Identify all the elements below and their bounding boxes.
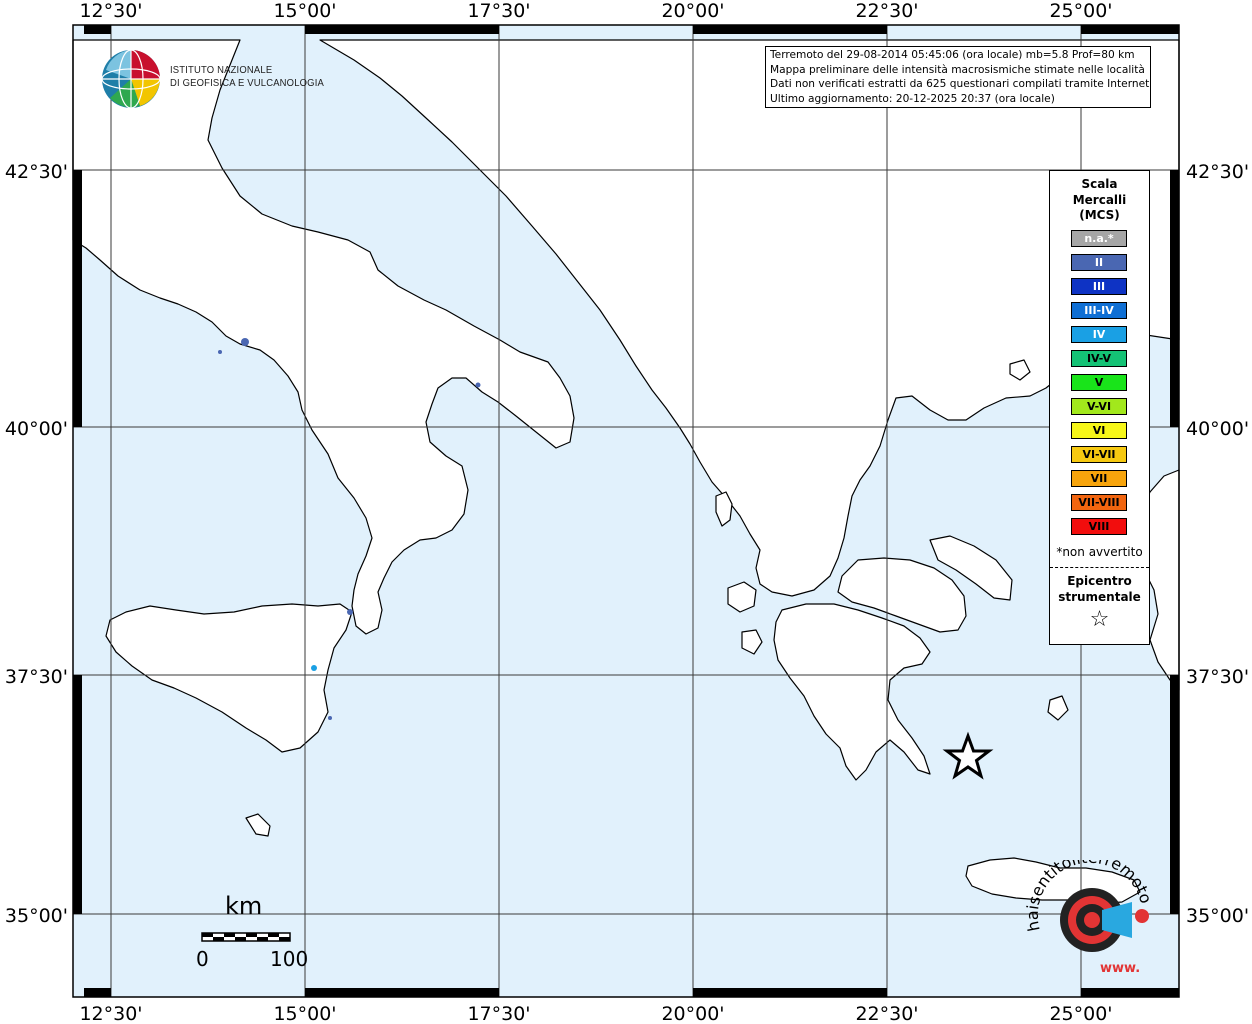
legend-swatch: VII-VIII — [1071, 494, 1127, 511]
legend-epicenter-line: strumentale — [1058, 590, 1141, 604]
lon-label-bottom: 12°30' — [79, 1003, 142, 1024]
scale-unit: km — [225, 892, 263, 920]
lon-label-bottom: 25°00' — [1049, 1003, 1112, 1024]
legend-swatch: III — [1071, 278, 1127, 295]
scale-end: 100 — [270, 947, 309, 971]
scale-ruler — [201, 932, 291, 942]
ingv-globe-icon — [101, 49, 161, 109]
legend-swatch: VI-VII — [1071, 446, 1127, 463]
legend-note: *non avvertito — [1056, 545, 1143, 559]
legend-title-line: Scala — [1081, 177, 1118, 191]
lon-label-bottom: 17°30' — [467, 1003, 530, 1024]
intensity-point — [218, 350, 222, 354]
legend-swatch: V — [1071, 374, 1127, 391]
scale-bar: km 0 100 — [190, 892, 310, 972]
lon-label-top: 17°30' — [467, 0, 530, 22]
intensity-point — [241, 338, 249, 346]
intensity-point — [311, 665, 317, 671]
legend-swatch: VII — [1071, 470, 1127, 487]
event-info-line: Ultimo aggiornamento: 20-12-2025 20:37 (… — [770, 92, 1055, 105]
event-info-box: Terremoto del 29-08-2014 05:45:06 (ora l… — [765, 46, 1151, 108]
intensity-point — [347, 609, 353, 615]
lat-label-right: 37°30' — [1186, 666, 1249, 688]
lon-label-top: 12°30' — [79, 0, 142, 22]
ingv-logo: ISTITUTO NAZIONALE DI GEOFISICA E VULCAN… — [100, 48, 324, 110]
lon-label-top: 15°00' — [273, 0, 336, 22]
event-info-line: Terremoto del 29-08-2014 05:45:06 (ora l… — [770, 49, 1135, 61]
event-info-line: Mappa preliminare delle intensità macros… — [770, 63, 1145, 76]
lat-label-left: 40°00' — [5, 418, 68, 440]
legend-epicenter: Epicentro strumentale ☆ — [1050, 573, 1149, 635]
lat-label-left: 35°00' — [5, 905, 68, 927]
legend-swatch: III-IV — [1071, 302, 1127, 319]
lat-label-right: 42°30' — [1186, 161, 1249, 183]
haisentito-logo: haisentitoilterremoto.it www. — [1020, 860, 1156, 976]
mcs-legend: Scala Mercalli (MCS) n.a.* II III III-IV… — [1049, 170, 1150, 645]
legend-swatch: V-VI — [1071, 398, 1127, 415]
haisentito-url: www. — [1100, 961, 1140, 976]
legend-swatch: II — [1071, 254, 1127, 271]
legend-divider — [1050, 567, 1149, 568]
scale-start: 0 — [196, 947, 209, 971]
legend-title: Scala Mercalli (MCS) — [1050, 177, 1149, 224]
legend-swatch: IV-V — [1071, 350, 1127, 367]
lat-label-left: 42°30' — [5, 161, 68, 183]
legend-swatch: VI — [1071, 422, 1127, 439]
lat-label-right: 40°00' — [1186, 418, 1249, 440]
epicenter-legend-star-icon: ☆ — [1089, 607, 1110, 632]
lon-label-bottom: 22°30' — [855, 1003, 918, 1024]
ingv-name-line1: ISTITUTO NAZIONALE — [170, 64, 273, 76]
kefalonia — [727, 581, 757, 613]
lon-label-bottom: 15°00' — [273, 1003, 336, 1024]
lon-label-top: 22°30' — [855, 0, 918, 22]
lon-label-top: 25°00' — [1049, 0, 1112, 22]
legend-swatch: IV — [1071, 326, 1127, 343]
legend-swatch: VIII — [1071, 518, 1127, 535]
legend-title-line: Mercalli — [1072, 192, 1127, 207]
legend-title-line: (MCS) — [1079, 208, 1120, 222]
lat-label-left: 37°30' — [5, 666, 68, 688]
intensity-point — [475, 382, 481, 388]
lon-label-bottom: 20°00' — [661, 1003, 724, 1024]
ingv-name-line2: DI GEOFISICA E VULCANOLOGIA — [170, 77, 324, 89]
event-info-line: Dati non verificati estratti da 625 ques… — [770, 78, 1151, 91]
intensity-point — [328, 716, 332, 720]
lat-label-right: 35°00' — [1186, 905, 1249, 927]
legend-epicenter-line: Epicentro — [1067, 574, 1132, 588]
legend-swatch: n.a.* — [1071, 230, 1127, 247]
lon-label-top: 20°00' — [661, 0, 724, 22]
